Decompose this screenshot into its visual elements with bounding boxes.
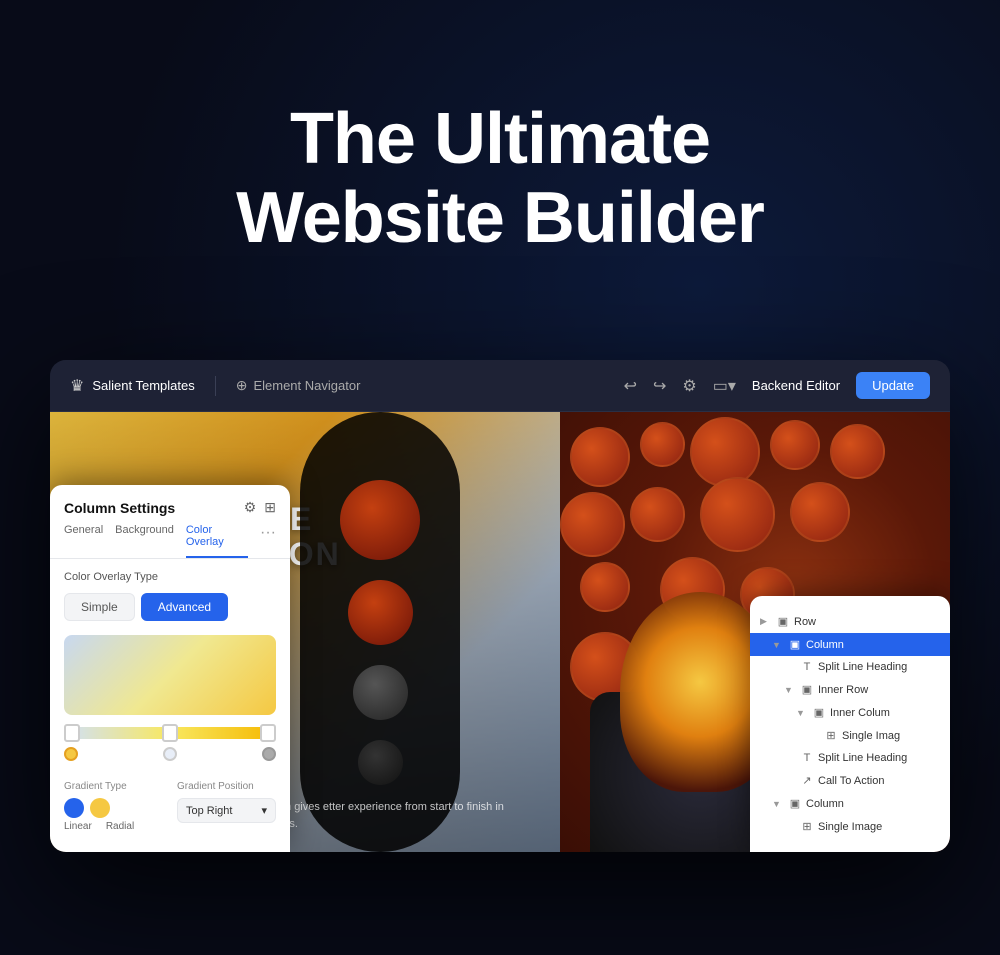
- nav-column[interactable]: ▼ ▣ Column: [750, 633, 950, 656]
- gradient-handle-gray[interactable]: [262, 747, 276, 761]
- gradient-preview: [64, 635, 276, 715]
- moon-small: [358, 740, 403, 785]
- gradient-handle-yellow[interactable]: [64, 747, 78, 761]
- gradient-pos-value: Top Right: [186, 805, 232, 817]
- more-options-icon[interactable]: ···: [260, 524, 276, 558]
- settings-tabs: General Background Color Overlay ···: [50, 524, 290, 559]
- column-icon: ▣: [788, 638, 802, 651]
- expand-icon[interactable]: ⊞: [264, 499, 276, 516]
- gradient-bar-container: [64, 727, 276, 761]
- salient-templates-logo[interactable]: ♛ Salient Templates: [70, 376, 195, 396]
- radial-color-dot[interactable]: [90, 798, 110, 818]
- nav-single-image[interactable]: ⊞ Single Imag: [750, 724, 950, 747]
- row-icon: ▣: [776, 615, 790, 628]
- gradient-color-buttons: [64, 798, 163, 818]
- nav-call-to-action[interactable]: ↗ Call To Action: [750, 769, 950, 792]
- gradient-stop-left[interactable]: [64, 724, 80, 742]
- column-settings-panel: Column Settings ⚙ ⊞ General Background C…: [50, 485, 290, 852]
- nav-row[interactable]: ▶ ▣ Row: [750, 610, 950, 633]
- radial-label: Radial: [106, 821, 134, 832]
- nav-inner-row[interactable]: ▼ ▣ Inner Row: [750, 678, 950, 701]
- settings-cog-icon[interactable]: ⚙: [244, 499, 257, 516]
- element-navigator-panel: ▶ ▣ Row ▼ ▣ Column T Split Line Heading …: [750, 596, 950, 852]
- update-button[interactable]: Update: [856, 372, 930, 399]
- logo-label: Salient Templates: [92, 378, 194, 393]
- linear-color-dot[interactable]: [64, 798, 84, 818]
- canvas-area: DEEP SPACE EXPLORATION successful busine…: [50, 412, 950, 852]
- text-icon-2: T: [800, 752, 814, 764]
- inner-col-icon: ▣: [812, 706, 826, 719]
- gradient-type-label: Gradient Type: [64, 781, 163, 792]
- crown-icon: ♛: [70, 376, 84, 396]
- panel-icons: ⚙ ⊞: [244, 499, 276, 516]
- inner-row-icon: ▣: [800, 683, 814, 696]
- gradient-stop-right[interactable]: [260, 724, 276, 742]
- gradient-pos-select[interactable]: Top Right ▾: [177, 798, 276, 823]
- linear-label: Linear: [64, 821, 92, 832]
- column-2-icon: ▣: [788, 797, 802, 810]
- nav-expand-col: ▼: [772, 640, 784, 650]
- simple-btn[interactable]: Simple: [64, 593, 135, 621]
- nav-split-line-heading-2[interactable]: T Split Line Heading: [750, 747, 950, 769]
- main-ui-card: ♛ Salient Templates ⊕ Element Navigator …: [50, 360, 950, 852]
- preview-icon[interactable]: ▭▾: [713, 376, 736, 396]
- tab-general[interactable]: General: [64, 524, 103, 558]
- image-icon-2: ⊞: [800, 820, 814, 833]
- hero-section: The Ultimate Website Builder: [150, 100, 850, 258]
- type-buttons: Simple Advanced: [64, 593, 276, 621]
- element-navigator[interactable]: ⊕ Element Navigator: [236, 377, 361, 394]
- gradient-type-col: Gradient Type Linear Radial: [64, 781, 163, 832]
- moon-large: [340, 480, 420, 560]
- topbar-actions: ↩ ↪ ⚙ ▭▾ Backend Editor Update: [624, 372, 930, 399]
- image-icon: ⊞: [824, 729, 838, 742]
- layers-icon: ⊕: [236, 377, 248, 394]
- gradient-settings-row: Gradient Type Linear Radial Gradient Pos…: [64, 781, 276, 832]
- gradient-handle-white[interactable]: [163, 747, 177, 761]
- gradient-handles: [64, 747, 276, 761]
- tab-background[interactable]: Background: [115, 524, 174, 558]
- moon-column: [300, 412, 460, 852]
- panel-body: Color Overlay Type Simple Advanced: [50, 571, 290, 832]
- panel-title: Column Settings: [64, 500, 175, 516]
- settings-icon[interactable]: ⚙: [682, 376, 696, 396]
- nav-split-line-heading[interactable]: T Split Line Heading: [750, 656, 950, 678]
- nav-column-2[interactable]: ▼ ▣ Column: [750, 792, 950, 815]
- topbar: ♛ Salient Templates ⊕ Element Navigator …: [50, 360, 950, 412]
- nav-label: Element Navigator: [253, 378, 360, 393]
- gradient-pos-label: Gradient Position: [177, 781, 276, 792]
- backend-editor-btn[interactable]: Backend Editor: [752, 378, 840, 393]
- moon-dark: [353, 665, 408, 720]
- undo-icon[interactable]: ↩: [624, 376, 637, 396]
- gradient-type-labels: Linear Radial: [64, 821, 163, 832]
- nav-inner-column[interactable]: ▼ ▣ Inner Colum: [750, 701, 950, 724]
- gradient-pos-col: Gradient Position Top Right ▾: [177, 781, 276, 832]
- tab-color-overlay[interactable]: Color Overlay: [186, 524, 248, 558]
- moon-medium: [348, 580, 413, 645]
- cta-icon: ↗: [800, 774, 814, 787]
- redo-icon[interactable]: ↪: [653, 376, 666, 396]
- separator: [215, 376, 216, 396]
- chevron-down-icon: ▾: [261, 804, 267, 817]
- hero-title: The Ultimate Website Builder: [150, 100, 850, 258]
- panel-header: Column Settings ⚙ ⊞: [50, 485, 290, 524]
- overlay-type-label: Color Overlay Type: [64, 571, 276, 583]
- nav-expand-row: ▶: [760, 616, 772, 627]
- gradient-bar[interactable]: [64, 727, 276, 739]
- text-icon: T: [800, 661, 814, 673]
- gradient-stop-mid[interactable]: [162, 724, 178, 742]
- advanced-btn[interactable]: Advanced: [141, 593, 228, 621]
- nav-single-image-2[interactable]: ⊞ Single Image: [750, 815, 950, 838]
